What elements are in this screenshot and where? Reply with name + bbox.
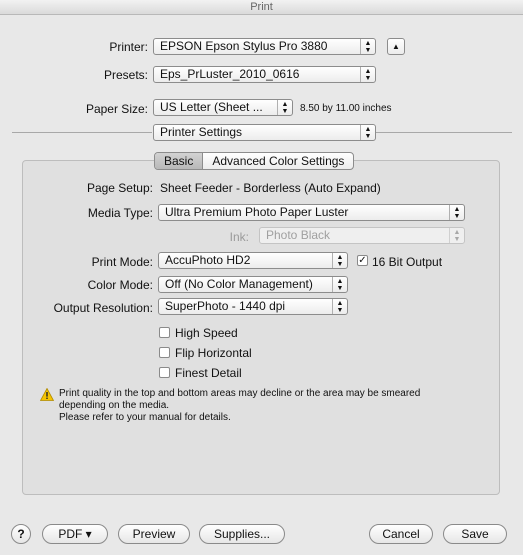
popup-arrows-icon: ▲ ▼	[332, 253, 347, 268]
output-resolution-popup[interactable]: SuperPhoto - 1440 dpi ▲ ▼	[158, 298, 348, 315]
warning-line-1: Print quality in the top and bottom area…	[59, 388, 421, 399]
popup-arrows-icon: ▲ ▼	[360, 125, 375, 140]
color-mode-label: Color Mode:	[87, 278, 153, 292]
popup-arrows-icon: ▲ ▼	[449, 228, 464, 243]
paper-size-value: US Letter (Sheet ...	[160, 100, 263, 114]
printer-value: EPSON Epson Stylus Pro 3880	[160, 39, 328, 53]
help-button[interactable]: ?	[11, 524, 31, 544]
ink-popup: Photo Black ▲ ▼	[259, 227, 465, 244]
warning-message: Print quality in the top and bottom area…	[59, 388, 420, 424]
presets-label: Presets:	[103, 68, 148, 82]
popup-arrows-icon: ▲ ▼	[277, 100, 292, 115]
disclosure-button[interactable]: ▲	[387, 38, 405, 55]
media-type-value: Ultra Premium Photo Paper Luster	[165, 205, 349, 219]
bit16-label: 16 Bit Output	[372, 255, 443, 269]
media-type-popup[interactable]: Ultra Premium Photo Paper Luster ▲ ▼	[158, 204, 465, 221]
popup-arrows-icon: ▲ ▼	[449, 205, 464, 220]
warning-line-3: Please refer to your manual for details.	[59, 412, 231, 423]
flip-horizontal-label: Flip Horizontal	[175, 346, 252, 360]
popup-arrows-icon: ▲ ▼	[360, 67, 375, 82]
tab-advanced-color-settings[interactable]: Advanced Color Settings	[203, 153, 353, 169]
window-title: Print	[0, 0, 523, 15]
warning-line-2: depending on the media.	[59, 400, 170, 411]
print-mode-value: AccuPhoto HD2	[165, 253, 251, 267]
section-divider-left	[12, 132, 152, 133]
tab-basic[interactable]: Basic	[155, 153, 204, 169]
ink-value: Photo Black	[266, 228, 331, 242]
preview-button[interactable]: Preview	[118, 524, 190, 544]
tab-bar: Basic Advanced Color Settings	[154, 152, 355, 170]
finest-detail-checkbox[interactable]	[159, 367, 170, 378]
high-speed-checkbox[interactable]	[159, 327, 170, 338]
popup-arrows-icon: ▲ ▼	[332, 299, 347, 314]
flip-horizontal-checkbox[interactable]	[159, 347, 170, 358]
section-divider-right	[376, 132, 512, 133]
save-button[interactable]: Save	[443, 524, 507, 544]
presets-popup[interactable]: Eps_PrLuster_2010_0616 ▲ ▼	[153, 66, 376, 83]
page-setup-value: Sheet Feeder - Borderless (Auto Expand)	[160, 181, 381, 195]
color-mode-value: Off (No Color Management)	[165, 277, 313, 291]
finest-detail-label: Finest Detail	[175, 366, 242, 380]
output-resolution-value: SuperPhoto - 1440 dpi	[165, 299, 286, 313]
print-mode-popup[interactable]: AccuPhoto HD2 ▲ ▼	[158, 252, 348, 269]
printer-popup[interactable]: EPSON Epson Stylus Pro 3880 ▲ ▼	[153, 38, 376, 55]
bit16-checkbox[interactable]: ✓	[357, 255, 368, 266]
pdf-button[interactable]: PDF ▾	[42, 524, 108, 544]
disclosure-up-icon: ▲	[392, 42, 400, 51]
high-speed-label: High Speed	[175, 326, 238, 340]
printer-label: Printer:	[109, 40, 148, 54]
popup-arrows-icon: ▲ ▼	[360, 39, 375, 54]
ink-label: Ink:	[229, 230, 249, 244]
section-popup[interactable]: Printer Settings ▲ ▼	[153, 124, 376, 141]
print-mode-label: Print Mode:	[91, 255, 153, 269]
popup-arrows-icon: ▲ ▼	[332, 277, 347, 292]
presets-value: Eps_PrLuster_2010_0616	[160, 67, 300, 81]
output-resolution-label: Output Resolution:	[53, 301, 153, 315]
color-mode-popup[interactable]: Off (No Color Management) ▲ ▼	[158, 276, 348, 293]
page-setup-label: Page Setup:	[86, 181, 153, 195]
paper-size-label: Paper Size:	[85, 102, 148, 116]
warning-triangle-icon	[40, 388, 54, 401]
section-popup-value: Printer Settings	[160, 125, 243, 139]
paper-size-popup[interactable]: US Letter (Sheet ... ▲ ▼	[153, 99, 293, 116]
paper-dimensions: 8.50 by 11.00 inches	[300, 103, 392, 114]
supplies-button[interactable]: Supplies...	[199, 524, 285, 544]
media-type-label: Media Type:	[87, 206, 153, 220]
cancel-button[interactable]: Cancel	[369, 524, 433, 544]
